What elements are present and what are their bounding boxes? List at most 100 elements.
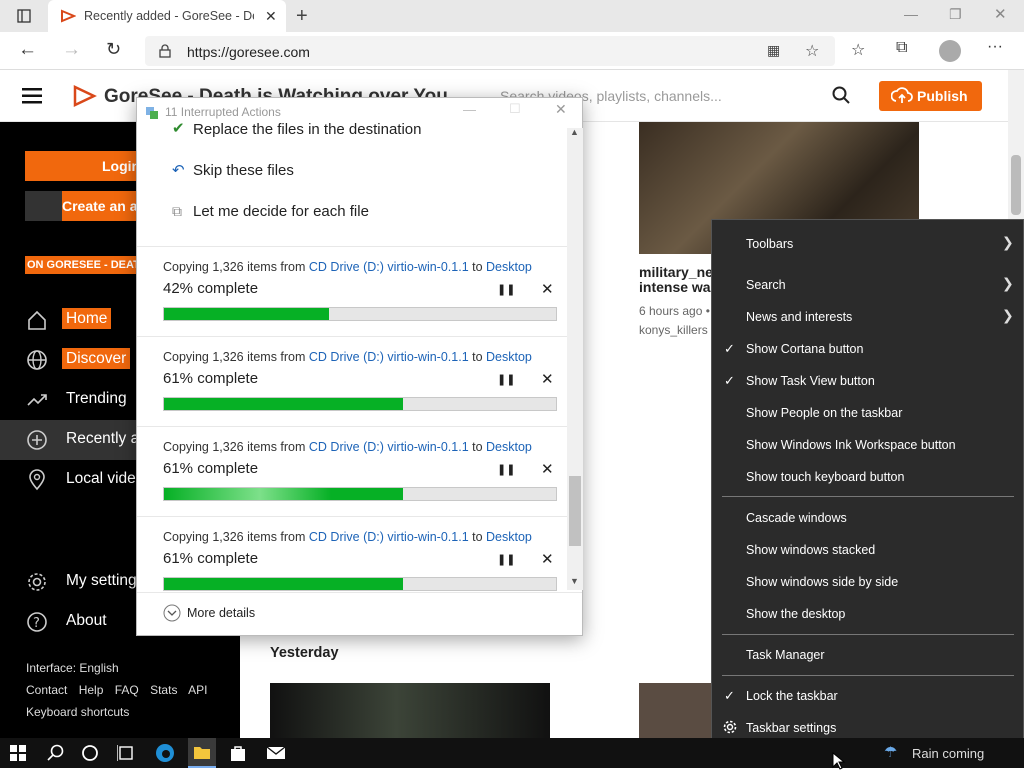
pause-icon[interactable]: ❚❚: [497, 373, 515, 386]
source-link[interactable]: CD Drive (D:) virtio-win-0.1.1: [309, 350, 469, 364]
menu-item-side-by-side[interactable]: Show windows side by side: [746, 575, 898, 589]
mail-icon[interactable]: [266, 745, 288, 765]
menu-item-search[interactable]: Search: [746, 278, 786, 292]
option-skip[interactable]: ↶ Skip these files: [172, 162, 294, 179]
search-icon[interactable]: [47, 744, 69, 764]
footer-link-api[interactable]: API: [188, 683, 207, 697]
publish-button[interactable]: Publish: [879, 81, 982, 111]
task-view-icon[interactable]: [117, 744, 139, 764]
collections-icon[interactable]: ⧉: [896, 39, 907, 57]
close-icon[interactable]: ✕: [265, 8, 277, 25]
menu-item-cortana[interactable]: Show Cortana button: [746, 342, 863, 356]
cancel-icon[interactable]: ✕: [541, 550, 554, 568]
favorite-add-icon[interactable]: ☆: [805, 41, 819, 61]
favorites-icon[interactable]: ☆: [851, 40, 865, 60]
browser-tab[interactable]: Recently added - GoreSee - Deat ✕: [48, 0, 286, 32]
pause-icon[interactable]: ❚❚: [497, 553, 515, 566]
menu-item-toolbars[interactable]: Toolbars: [746, 237, 793, 251]
video-thumbnail-3[interactable]: [639, 683, 714, 738]
copy-description: Copying 1,326 items from CD Drive (D:) v…: [163, 440, 532, 454]
progress-bar: [163, 307, 557, 321]
footer-link-faq[interactable]: FAQ: [115, 683, 139, 697]
forward-icon[interactable]: →: [62, 39, 81, 61]
new-tab-icon[interactable]: +: [296, 5, 308, 28]
menu-item-lock-taskbar[interactable]: Lock the taskbar: [746, 689, 838, 703]
window-close-icon[interactable]: ✕: [994, 5, 1007, 23]
back-icon[interactable]: ←: [18, 39, 37, 61]
menu-item-ink[interactable]: Show Windows Ink Workspace button: [746, 438, 956, 452]
menu-item-task-view[interactable]: Show Task View button: [746, 374, 875, 388]
copy-description: Copying 1,326 items from CD Drive (D:) v…: [163, 530, 532, 544]
menu-item-task-manager[interactable]: Task Manager: [746, 648, 825, 662]
weather-text[interactable]: Rain coming: [912, 746, 984, 761]
refresh-icon[interactable]: ↻: [106, 39, 121, 60]
video-title-line-2: intense wa: [639, 279, 711, 295]
url-field[interactable]: https://goresee.com ▦ ☆: [145, 36, 835, 66]
cancel-icon[interactable]: ✕: [541, 460, 554, 478]
copy-job-1: Copying 1,326 items from CD Drive (D:) v…: [137, 246, 567, 336]
menu-item-touch-keyboard[interactable]: Show touch keyboard button: [746, 470, 904, 484]
video-thumbnail-2[interactable]: [270, 683, 550, 738]
window-icon[interactable]: [17, 9, 31, 23]
dialog-minimize-icon[interactable]: —: [463, 102, 476, 117]
profile-icon[interactable]: [939, 40, 961, 62]
option-replace-label: Replace the files in the destination: [193, 121, 422, 138]
publish-label: Publish: [917, 88, 968, 104]
store-icon[interactable]: [229, 744, 251, 764]
trending-icon: [27, 394, 47, 406]
more-icon[interactable]: ···: [987, 38, 1003, 56]
dialog-close-icon[interactable]: ✕: [555, 101, 567, 118]
apps-icon[interactable]: ▦: [767, 42, 780, 59]
edge-icon[interactable]: [155, 743, 177, 763]
menu-item-taskbar-settings[interactable]: Taskbar settings: [746, 721, 836, 735]
footer-link-shortcuts[interactable]: Keyboard shortcuts: [26, 705, 129, 719]
footer-link-help[interactable]: Help: [79, 683, 104, 697]
create-account-label: Create an ac: [62, 198, 146, 214]
decide-icon: ⧉: [172, 203, 182, 219]
dialog-scroll-thumb[interactable]: [569, 476, 581, 546]
pause-icon[interactable]: ❚❚: [497, 463, 515, 476]
menu-item-cascade[interactable]: Cascade windows: [746, 511, 847, 525]
dialog-maximize-icon[interactable]: ☐: [509, 101, 521, 117]
pause-icon[interactable]: ❚❚: [497, 283, 515, 296]
dest-link[interactable]: Desktop: [486, 440, 532, 454]
windows-icon[interactable]: [10, 745, 32, 765]
source-link[interactable]: CD Drive (D:) virtio-win-0.1.1: [309, 260, 469, 274]
file-explorer-button[interactable]: [188, 738, 216, 768]
menu-separator: [722, 675, 1014, 676]
cortana-icon[interactable]: [81, 744, 103, 764]
menu-item-show-desktop[interactable]: Show the desktop: [746, 607, 845, 621]
cancel-icon[interactable]: ✕: [541, 370, 554, 388]
menu-item-stacked[interactable]: Show windows stacked: [746, 543, 875, 557]
footer-link-stats[interactable]: Stats: [150, 683, 177, 697]
weather-icon[interactable]: ☂: [884, 743, 897, 761]
footer-link-contact[interactable]: Contact: [26, 683, 67, 697]
logo-icon[interactable]: [72, 84, 98, 108]
dest-link[interactable]: Desktop: [486, 530, 532, 544]
video-title[interactable]: military_ne intense wa: [639, 265, 713, 295]
footer-links: Contact Help FAQ Stats API: [26, 683, 215, 697]
source-link[interactable]: CD Drive (D:) virtio-win-0.1.1: [309, 440, 469, 454]
option-replace[interactable]: ✔ Replace the files in the destination: [172, 120, 422, 138]
menu-separator: [722, 496, 1014, 497]
interface-language[interactable]: Interface: English: [26, 661, 119, 675]
more-details-toggle[interactable]: More details: [163, 604, 255, 622]
dest-link[interactable]: Desktop: [486, 260, 532, 274]
menu-item-people[interactable]: Show People on the taskbar: [746, 406, 902, 420]
source-link[interactable]: CD Drive (D:) virtio-win-0.1.1: [309, 530, 469, 544]
menu-item-news[interactable]: News and interests: [746, 310, 852, 324]
option-decide-label: Let me decide for each file: [193, 203, 369, 220]
video-channel[interactable]: konys_killers: [639, 323, 708, 337]
restore-icon[interactable]: ❐: [949, 6, 962, 23]
minimize-icon[interactable]: —: [904, 6, 918, 22]
copy-icon: [146, 107, 158, 119]
video-meta: 6 hours ago •: [639, 304, 710, 318]
search-icon[interactable]: [832, 86, 850, 104]
hamburger-icon[interactable]: [22, 88, 42, 104]
dest-link[interactable]: Desktop: [486, 350, 532, 364]
option-decide[interactable]: ⧉ Let me decide for each file: [172, 203, 369, 220]
folder-icon: [194, 747, 210, 759]
lock-icon[interactable]: [159, 44, 171, 58]
tab-favicon: [61, 9, 76, 23]
cancel-icon[interactable]: ✕: [541, 280, 554, 298]
